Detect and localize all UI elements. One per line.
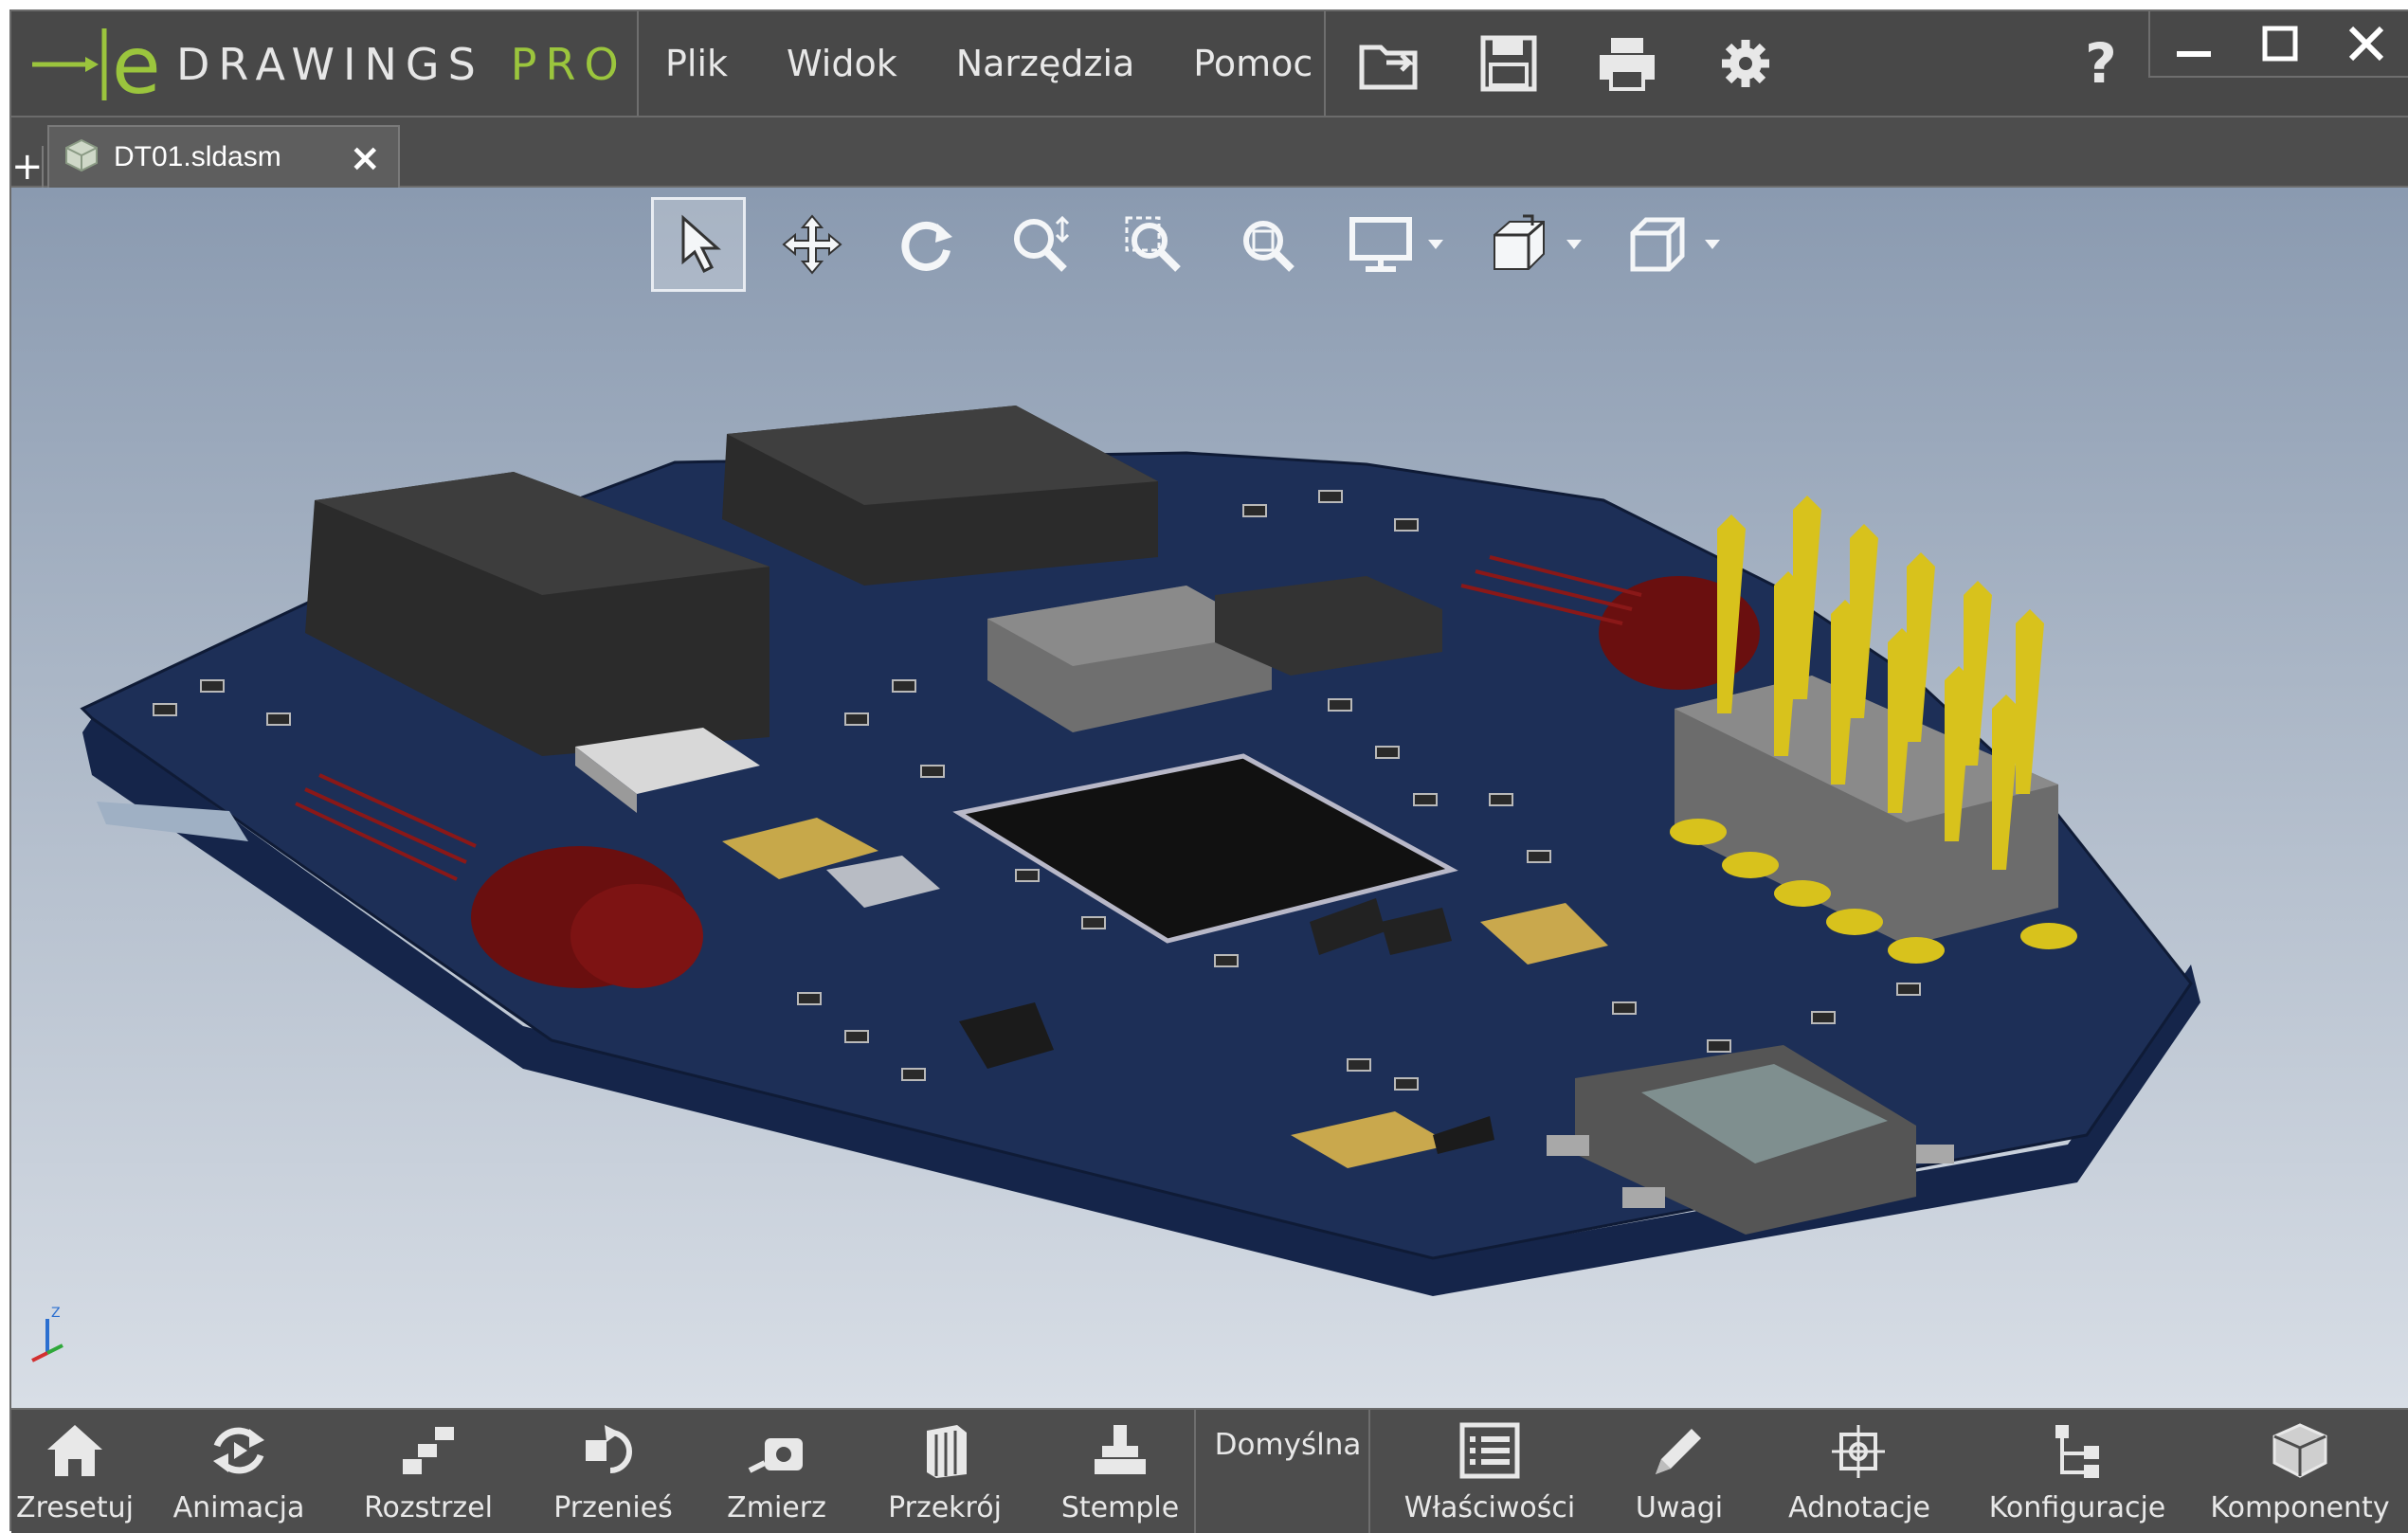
reset-button[interactable]: Zresetuj [13, 1410, 136, 1533]
components-button[interactable]: Komponenty [2205, 1410, 2395, 1533]
menu-tools[interactable]: Narzędzia [956, 43, 1135, 84]
maximize-icon[interactable] [2236, 11, 2323, 76]
menu-view[interactable]: Widok [787, 43, 897, 84]
measure-button[interactable]: Zmierz [717, 1410, 836, 1533]
animation-icon [208, 1410, 270, 1491]
save-icon[interactable] [1471, 26, 1547, 101]
display-style-dropdown-icon[interactable] [1426, 197, 1464, 292]
annotations-button[interactable]: Adnotacje [1779, 1410, 1940, 1533]
configurations-icon [2046, 1410, 2109, 1491]
move-icon [582, 1410, 644, 1491]
main-menu: Plik Widok Narzędzia Pomoc [665, 11, 1371, 116]
divider [1368, 1410, 1370, 1533]
edrawings-app: e DRAWINGS PRO Plik Widok Narzędzia Pomo… [0, 0, 2408, 1533]
menu-help[interactable]: Pomoc [1193, 43, 1313, 84]
tab-close-icon[interactable]: × [349, 136, 381, 180]
print-icon[interactable] [1589, 26, 1665, 101]
stamps-button[interactable]: Stemple [1049, 1410, 1191, 1533]
logo-edition: PRO [510, 39, 627, 90]
annotation-icon [1828, 1410, 1891, 1491]
divider [637, 11, 639, 116]
tab-label: DT01.sldasm [114, 141, 281, 172]
minimize-icon[interactable] [2150, 11, 2236, 76]
close-icon[interactable] [2324, 11, 2408, 76]
quick-toolbar [1352, 11, 1826, 116]
bottom-toolbar: Zresetuj Animacja Rozstrzel Przenieś Zmi… [11, 1408, 2408, 1533]
view-orientation-dropdown-icon[interactable] [1565, 197, 1602, 292]
rotate-icon[interactable] [878, 197, 973, 292]
open-icon[interactable] [1352, 26, 1428, 101]
svg-text:Z: Z [51, 1306, 61, 1321]
new-tab-button[interactable]: + [11, 146, 44, 188]
tab-dt01[interactable]: DT01.sldasm × [47, 125, 400, 188]
app-window: e DRAWINGS PRO Plik Widok Narzędzia Pomo… [9, 9, 2408, 1533]
settings-gear-icon[interactable] [1708, 26, 1783, 101]
assembly-icon [63, 136, 100, 178]
stamp-icon [1089, 1410, 1151, 1491]
measure-icon [746, 1410, 808, 1491]
standard-views-dropdown-icon[interactable] [1703, 197, 1741, 292]
pan-icon[interactable] [765, 197, 860, 292]
view-toolbar [651, 195, 1748, 294]
markup-pencil-icon [1648, 1410, 1711, 1491]
axis-triad-icon: Z [27, 1306, 83, 1372]
help-button[interactable]: ? [2068, 30, 2134, 97]
title-bar: e DRAWINGS PRO Plik Widok Narzędzia Pomo… [11, 11, 2408, 117]
view-orientation-icon[interactable] [1472, 197, 1566, 292]
animation-button[interactable]: Animacja [163, 1410, 315, 1533]
section-icon [914, 1410, 976, 1491]
divider [1194, 1410, 1196, 1533]
markup-button[interactable]: Uwagi [1622, 1410, 1736, 1533]
zoom-window-icon[interactable] [1106, 197, 1201, 292]
explode-button[interactable]: Rozstrzel [353, 1410, 504, 1533]
logo-e-mark-icon: e [28, 19, 171, 112]
divider [1324, 11, 1326, 116]
components-icon [2269, 1410, 2331, 1491]
properties-button[interactable]: Właściwości [1395, 1410, 1584, 1533]
3d-viewport[interactable]: Z [11, 188, 2408, 1408]
logo-wordmark: DRAWINGS [176, 39, 484, 90]
select-arrow-icon[interactable] [651, 197, 746, 292]
explode-icon [397, 1410, 460, 1491]
configurations-button[interactable]: Konfiguracje [1983, 1410, 2172, 1533]
document-tab-strip: + DT01.sldasm × [11, 117, 2408, 188]
home-icon [44, 1410, 106, 1491]
standard-views-icon[interactable] [1610, 197, 1705, 292]
pcb-board-3d-model[interactable] [11, 188, 2408, 1408]
zoom-icon[interactable] [992, 197, 1087, 292]
active-configuration-label[interactable]: Domyślna [1207, 1423, 1368, 1467]
move-button[interactable]: Przenieś [542, 1410, 684, 1533]
svg-text:e: e [112, 25, 161, 104]
properties-icon [1458, 1410, 1521, 1491]
section-button[interactable]: Przekrój [874, 1410, 1016, 1533]
display-style-icon[interactable] [1333, 197, 1428, 292]
menu-file[interactable]: Plik [665, 43, 728, 84]
zoom-to-fit-icon[interactable] [1220, 197, 1314, 292]
edrawings-logo: e DRAWINGS PRO [28, 19, 635, 112]
window-controls [2148, 11, 2408, 78]
